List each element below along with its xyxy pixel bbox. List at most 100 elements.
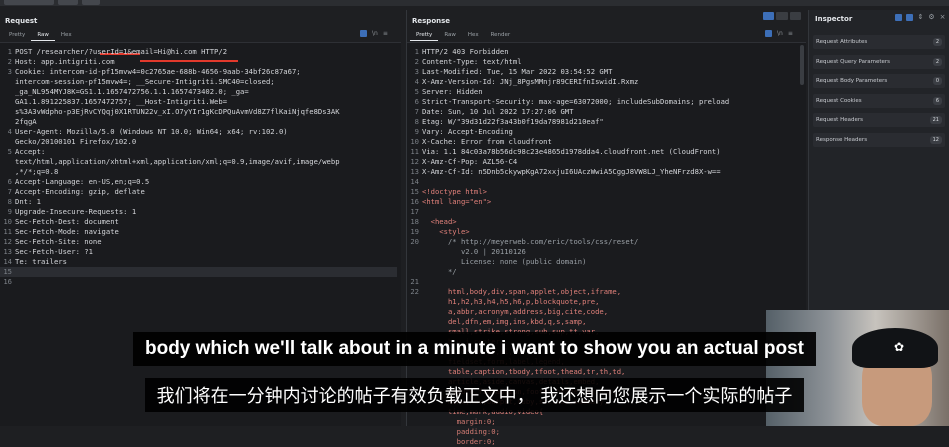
code-line: Accept-Encoding: gzip, deflate xyxy=(15,187,145,196)
code-line: Cookie: intercom-id-pf15mvw4=0c2765ae-68… xyxy=(15,67,301,76)
code-line: User-Agent: Mozilla/5.0 (Windows NT 10.0… xyxy=(15,127,288,136)
code-line: table,caption,tbody,tfoot,thead,tr,th,td… xyxy=(422,367,626,376)
code-line: Sec-Fetch-Dest: document xyxy=(15,217,119,226)
tab-pretty[interactable]: Pretty xyxy=(410,30,439,41)
inspector-item[interactable]: Request Query Parameters 2 xyxy=(813,54,945,69)
line-number: 9 xyxy=(414,127,419,136)
line-number: 13 xyxy=(410,167,419,176)
code-line: X-Cache: Error from cloudfront xyxy=(422,137,552,146)
inspector-item[interactable]: Request Body Parameters 0 xyxy=(813,74,945,88)
code-line: text/html,application/xhtml+xml,applicat… xyxy=(15,157,340,166)
settings-icon[interactable]: ⚙ xyxy=(928,14,935,21)
top-tab[interactable] xyxy=(58,0,78,5)
menu-icon[interactable]: ≡ xyxy=(788,30,793,37)
line-number: 18 xyxy=(410,217,419,226)
line-number: 14 xyxy=(410,177,419,186)
line-number: 11 xyxy=(3,227,12,236)
inspector-item[interactable]: Request Cookies 6 xyxy=(813,93,945,108)
tab-raw[interactable]: Raw xyxy=(438,30,462,41)
code-line: Content-Type: text/html xyxy=(422,57,522,66)
line-number: 15 xyxy=(3,267,12,276)
request-title: Request xyxy=(5,17,38,25)
request-view-tabs: Pretty Raw Hex xyxy=(3,30,78,41)
tab-hex[interactable]: Hex xyxy=(462,30,485,41)
code-line: Sec-Fetch-Site: none xyxy=(15,237,102,246)
top-tab[interactable] xyxy=(4,0,54,5)
line-number: 1 xyxy=(414,47,419,56)
top-tab[interactable] xyxy=(82,0,100,5)
line-number: 5 xyxy=(7,147,12,156)
line-number: 7 xyxy=(7,187,12,196)
subtitle-english-text: body which we'll talk about in a minute … xyxy=(132,332,817,366)
count-badge: 0 xyxy=(932,77,942,85)
line-number: 4 xyxy=(7,127,12,136)
code-line: Vary: Accept-Encoding xyxy=(422,127,513,136)
line-number: 16 xyxy=(3,277,12,286)
inspector-item-label: Request Headers xyxy=(816,117,863,123)
response-tools: \n ≡ xyxy=(765,30,793,37)
code-line: /* http://meyerweb.com/eric/tools/css/re… xyxy=(422,237,639,246)
inspector-item[interactable]: Request Headers 21 xyxy=(813,113,945,127)
tab-raw[interactable]: Raw xyxy=(31,30,55,41)
tab-render[interactable]: Render xyxy=(485,30,517,41)
inspector-tools: ⇕ ⚙ × xyxy=(895,14,946,21)
line-number: 1 xyxy=(7,47,12,56)
request-editor[interactable]: 1 POST /researcher/?userId=1&email=Hi@hi.… xyxy=(0,42,401,426)
line-number: 19 xyxy=(410,227,419,236)
scrollbar[interactable] xyxy=(800,45,804,85)
code-line: X-Amz-Version-Id: JNj_8PgsMMnjr89CERIfnI… xyxy=(422,77,639,86)
line-number: 17 xyxy=(410,207,419,216)
code-line: s%3A3vWdpho-p3EjRvCYQqj0X1RTUN22v_xI.O7y… xyxy=(15,107,340,116)
code-line: GA1.1.891225837.1657472757; __Host-Intig… xyxy=(15,97,228,106)
code-line: Last-Modified: Tue, 15 Mar 2022 03:54:52… xyxy=(422,67,613,76)
line-number: 10 xyxy=(3,217,12,226)
code-line: del,dfn,em,img,ins,kbd,q,s,samp, xyxy=(422,317,587,326)
line-number: 11 xyxy=(410,147,419,156)
layout-horizontal-icon[interactable] xyxy=(776,12,788,20)
code-line: Dnt: 1 xyxy=(15,197,41,206)
tab-pretty[interactable]: Pretty xyxy=(3,30,31,41)
line-number: 16 xyxy=(410,197,419,206)
code-line: Accept-Language: en-US,en;q=0.5 xyxy=(15,177,150,186)
code-line: X-Amz-Cf-Pop: AZL56-C4 xyxy=(422,157,518,166)
line-number: 12 xyxy=(3,237,12,246)
code-line: Date: Sun, 10 Jul 2022 17:27:06 GMT xyxy=(422,107,574,116)
count-badge: 2 xyxy=(932,38,942,46)
inspector-item[interactable]: Response Headers 12 xyxy=(813,132,945,147)
wrap-icon[interactable] xyxy=(360,30,367,37)
layout-icon[interactable] xyxy=(906,14,913,21)
layout-split-icon[interactable] xyxy=(763,12,775,20)
inspector-item-label: Response Headers xyxy=(816,136,868,143)
inspector-title: Inspector xyxy=(815,15,853,23)
request-tools: \n ≡ xyxy=(360,30,388,37)
wrap-icon[interactable] xyxy=(765,30,772,37)
inspector-item[interactable]: Request Attributes 2 xyxy=(813,35,945,49)
layout-single-icon[interactable] xyxy=(789,12,801,20)
line-number: 9 xyxy=(7,207,12,216)
line-number: 22 xyxy=(410,287,419,296)
response-editor[interactable]: 1 HTTP/2 403 Forbidden 2 Content-Type: text… xyxy=(407,42,806,446)
current-line xyxy=(0,267,397,277)
response-title: Response xyxy=(412,17,451,25)
code-line: Strict-Transport-Security: max-age=63072… xyxy=(422,97,730,106)
layout-toggle[interactable] xyxy=(763,12,801,20)
line-number: 20 xyxy=(410,237,419,246)
line-number: 12 xyxy=(410,157,419,166)
layout-icon[interactable] xyxy=(895,14,902,21)
line-number: 8 xyxy=(7,197,12,206)
code-line: <head> xyxy=(422,217,457,226)
code-line: <style> xyxy=(422,227,470,236)
code-line: Sec-Fetch-User: ?1 xyxy=(15,247,93,256)
line-number: 4 xyxy=(414,77,419,86)
code-line: X-Amz-Cf-Id: n5Dnb5ckywpKgA72xxjuI6UAczW… xyxy=(422,167,721,176)
menu-icon[interactable]: ≡ xyxy=(383,30,388,37)
line-number: 10 xyxy=(410,137,419,146)
sort-icon[interactable]: ⇕ xyxy=(917,14,924,21)
newline-icon[interactable]: \n xyxy=(777,30,783,37)
code-line: h1,h2,h3,h4,h5,h6,p,blockquote,pre, xyxy=(422,297,600,306)
tab-hex[interactable]: Hex xyxy=(55,30,78,41)
newline-icon[interactable]: \n xyxy=(372,30,378,37)
code-line: ,*/*;q=0.8 xyxy=(15,167,59,176)
code-line: Host: app.intigriti.com xyxy=(15,57,115,66)
close-icon[interactable]: × xyxy=(939,14,946,21)
